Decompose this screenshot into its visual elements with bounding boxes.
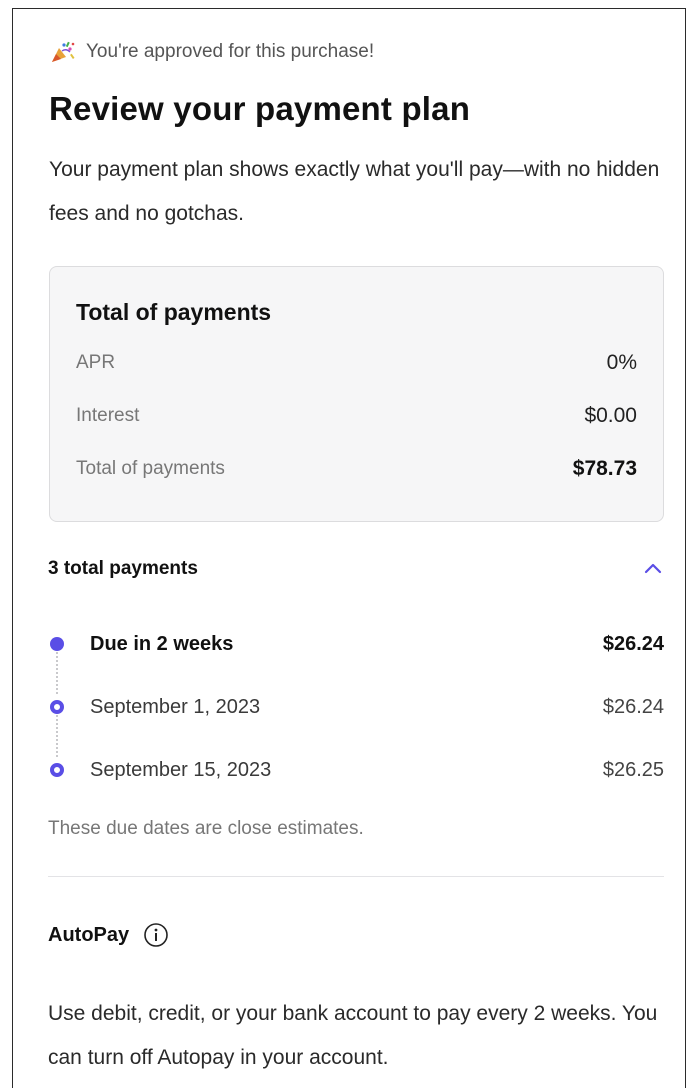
timeline-dot-open xyxy=(50,700,64,714)
summary-row-value: $0.00 xyxy=(584,404,637,427)
payment-summary-card: Total of payments APR 0% Interest $0.00 … xyxy=(49,266,664,522)
payment-item: Due in 2 weeks $26.24 xyxy=(48,624,664,664)
approval-text: You're approved for this purchase! xyxy=(86,41,375,62)
summary-row-label: Interest xyxy=(76,405,140,426)
payment-date: Due in 2 weeks xyxy=(90,632,234,655)
page-title: Review your payment plan xyxy=(49,90,471,127)
payment-amount: $26.25 xyxy=(602,758,664,781)
payment-date: September 15, 2023 xyxy=(90,758,272,781)
autopay-header: AutoPay xyxy=(48,922,169,948)
payments-header-label: 3 total payments xyxy=(48,558,198,579)
approval-banner: You're approved for this purchase! xyxy=(50,40,374,64)
chevron-up-icon[interactable] xyxy=(642,558,664,580)
payment-amount: $26.24 xyxy=(602,632,664,655)
summary-row-apr: APR 0% xyxy=(76,351,637,375)
payment-date: September 1, 2023 xyxy=(90,695,261,718)
payments-header[interactable]: 3 total payments xyxy=(48,558,664,580)
summary-row-label: APR xyxy=(76,352,116,373)
summary-row-value: $78.73 xyxy=(572,457,637,480)
due-dates-note: These due dates are close estimates. xyxy=(48,818,364,839)
summary-title: Total of payments xyxy=(76,299,272,325)
timeline-dot-open xyxy=(50,763,64,777)
autopay-label: AutoPay xyxy=(48,923,130,946)
info-icon[interactable] xyxy=(143,922,169,948)
party-popper-icon xyxy=(52,41,75,62)
summary-row-total: Total of payments $78.73 xyxy=(76,457,637,481)
summary-row-interest: Interest $0.00 xyxy=(76,404,637,428)
summary-row-value: 0% xyxy=(606,351,637,374)
page-subtitle: Your payment plan shows exactly what you… xyxy=(49,158,660,225)
timeline-dot-filled xyxy=(50,637,64,651)
summary-row-label: Total of payments xyxy=(76,458,225,479)
section-divider xyxy=(48,876,664,877)
payment-amount: $26.24 xyxy=(602,695,664,718)
payment-item: September 15, 2023 $26.25 xyxy=(48,750,664,790)
autopay-description: Use debit, credit, or your bank account … xyxy=(48,1002,658,1069)
payment-item: September 1, 2023 $26.24 xyxy=(48,687,664,727)
